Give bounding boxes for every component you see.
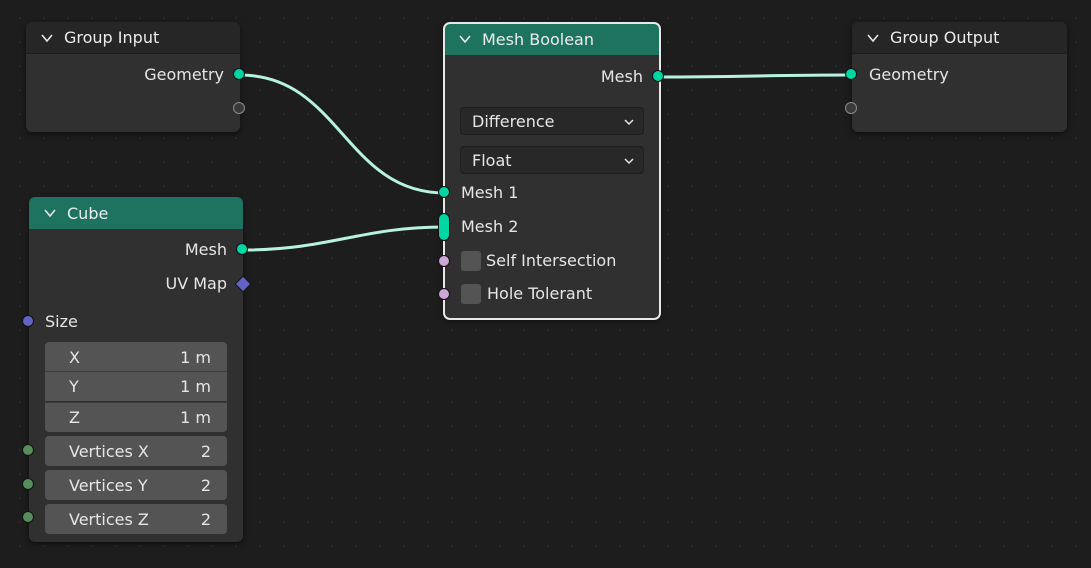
cube-node[interactable]: Cube Mesh UV Map Size X 1 m Y 1 m Z 1 m … [29, 197, 243, 542]
size-y-label: Y [69, 377, 79, 396]
vertices-z-label: Vertices Z [69, 509, 149, 529]
collapse-chevron-icon[interactable] [458, 32, 472, 46]
mesh-boolean-header[interactable]: Mesh Boolean [444, 23, 660, 55]
group-input-header[interactable]: Group Input [26, 22, 240, 54]
hole-tolerant-checkbox[interactable] [461, 284, 481, 304]
solver-dropdown[interactable]: Float [460, 146, 644, 174]
collapse-chevron-icon[interactable] [866, 31, 880, 45]
link-cube-mesh-to-mesh-2 [242, 225, 446, 252]
self-intersection-label: Self Intersection [486, 251, 617, 270]
operation-dropdown[interactable]: Difference [460, 107, 644, 135]
size-socket[interactable] [22, 315, 34, 327]
mesh-boolean-mesh-output-socket[interactable] [652, 70, 664, 82]
size-x-value: 1 m [180, 347, 211, 367]
mesh-boolean-node[interactable]: Mesh Boolean Mesh Difference Float Mesh … [443, 22, 661, 320]
size-x-label: X [69, 347, 80, 367]
cube-mesh-output-label: Mesh [184, 240, 227, 259]
size-y-field[interactable]: Y 1 m [45, 371, 227, 401]
group-output-geometry-socket[interactable] [845, 68, 857, 80]
group-input-node[interactable]: Group Input Geometry [26, 22, 240, 132]
vertices-z-field[interactable]: Vertices Z 2 [45, 504, 227, 534]
size-z-value: 1 m [180, 408, 211, 427]
vertices-y-field[interactable]: Vertices Y 2 [45, 470, 227, 500]
mesh-boolean-mesh-output-label: Mesh [600, 67, 643, 86]
cube-title: Cube [67, 203, 109, 223]
size-x-field[interactable]: X 1 m [45, 342, 227, 372]
mesh-1-socket[interactable] [438, 186, 450, 198]
group-output-node[interactable]: Group Output Geometry [852, 22, 1067, 132]
mesh-2-label: Mesh 2 [461, 217, 519, 236]
link-mesh-boolean-to-group-output [658, 73, 853, 79]
solver-value: Float [472, 150, 512, 170]
group-input-empty-socket[interactable] [233, 102, 245, 114]
collapse-chevron-icon[interactable] [40, 31, 54, 45]
operation-value: Difference [472, 111, 555, 131]
vertices-z-socket[interactable] [22, 511, 34, 523]
cube-header[interactable]: Cube [29, 197, 243, 229]
self-intersection-checkbox[interactable] [461, 251, 481, 271]
chevron-down-icon [624, 158, 634, 165]
size-label: Size [45, 312, 78, 331]
self-intersection-socket[interactable] [438, 255, 450, 267]
cube-mesh-output-socket[interactable] [236, 243, 248, 255]
size-z-label: Z [69, 408, 80, 427]
mesh-boolean-title: Mesh Boolean [482, 29, 594, 49]
group-output-geometry-label: Geometry [869, 65, 949, 84]
vertices-x-value: 2 [200, 441, 211, 461]
hole-tolerant-socket[interactable] [438, 288, 450, 300]
vertices-z-value: 2 [200, 509, 211, 529]
size-y-value: 1 m [180, 377, 211, 396]
vertices-y-value: 2 [200, 475, 211, 495]
group-input-geometry-label: Geometry [144, 65, 224, 84]
chevron-down-icon [624, 119, 634, 126]
cube-uv-map-output-label: UV Map [165, 274, 227, 293]
group-output-title: Group Output [890, 28, 1000, 47]
group-input-title: Group Input [64, 28, 160, 47]
link-group-input-to-mesh-1 [239, 73, 446, 195]
mesh-1-label: Mesh 1 [461, 183, 519, 202]
vertices-x-label: Vertices X [69, 441, 149, 461]
vertices-x-socket[interactable] [22, 444, 34, 456]
group-input-geometry-socket[interactable] [233, 68, 245, 80]
vertices-y-label: Vertices Y [69, 475, 148, 495]
hole-tolerant-label: Hole Tolerant [487, 284, 593, 303]
group-output-empty-socket[interactable] [845, 102, 857, 114]
size-z-field[interactable]: Z 1 m [45, 402, 227, 432]
group-output-header[interactable]: Group Output [852, 22, 1067, 54]
mesh-2-multi-socket[interactable] [438, 213, 450, 241]
collapse-chevron-icon[interactable] [43, 206, 57, 220]
vertices-y-socket[interactable] [22, 478, 34, 490]
vertices-x-field[interactable]: Vertices X 2 [45, 436, 227, 466]
